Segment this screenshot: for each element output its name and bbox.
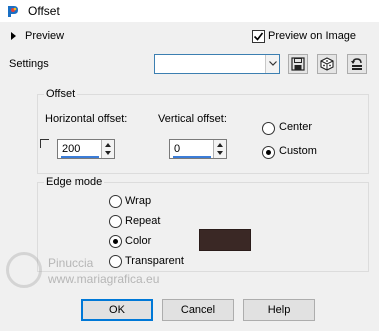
watermark-url: www.mariagrafica.eu (48, 272, 160, 286)
center-label[interactable]: Center (279, 121, 312, 133)
arrow-up-icon (105, 143, 111, 147)
help-button[interactable]: Help (243, 299, 315, 321)
window-title: Offset (28, 4, 60, 18)
radio-selected-dot (266, 150, 271, 155)
arrow-up-icon (217, 143, 223, 147)
settings-dropdown-button[interactable] (265, 55, 279, 73)
horizontal-offset-spinner[interactable]: 200 (57, 139, 115, 159)
ok-button[interactable]: OK (81, 299, 153, 321)
preview-on-image-checkbox[interactable] (252, 30, 265, 43)
reset-button[interactable] (347, 54, 367, 74)
save-icon (291, 57, 305, 71)
dice-icon (320, 57, 334, 71)
app-logo-icon (5, 3, 21, 19)
wrap-radio[interactable] (109, 195, 122, 208)
horizontal-offset-spin-buttons[interactable] (101, 140, 114, 158)
expand-preview-icon[interactable] (11, 32, 16, 40)
checkmark-icon (253, 32, 264, 41)
vertical-offset-value[interactable]: 0 (174, 143, 180, 155)
horizontal-offset-value[interactable]: 200 (62, 143, 80, 155)
horizontal-offset-down[interactable] (102, 149, 114, 158)
reset-icon (351, 58, 362, 70)
custom-radio[interactable] (262, 146, 275, 159)
color-radio[interactable] (109, 235, 122, 248)
save-preset-button[interactable] (288, 54, 308, 74)
cancel-button[interactable]: Cancel (162, 299, 234, 321)
preview-on-image-label[interactable]: Preview on Image (268, 30, 356, 42)
horizontal-offset-up[interactable] (102, 140, 114, 149)
vertical-offset-up[interactable] (214, 140, 226, 149)
offset-group (37, 94, 369, 174)
preview-toggle-label[interactable]: Preview (25, 30, 64, 42)
color-label[interactable]: Color (125, 235, 151, 247)
center-radio[interactable] (262, 122, 275, 135)
custom-label[interactable]: Custom (279, 145, 317, 157)
arrow-down-icon (105, 151, 111, 155)
repeat-label[interactable]: Repeat (125, 215, 160, 227)
settings-label: Settings (9, 58, 49, 70)
watermark-logo-icon (6, 252, 42, 288)
arrow-down-icon (217, 151, 223, 155)
horizontal-offset-slider-bar (61, 156, 99, 158)
vertical-offset-spin-buttons[interactable] (213, 140, 226, 158)
repeat-radio[interactable] (109, 215, 122, 228)
settings-dropdown[interactable] (154, 54, 280, 74)
transparent-radio[interactable] (109, 255, 122, 268)
horizontal-offset-label: Horizontal offset: (45, 113, 128, 125)
vertical-offset-spinner[interactable]: 0 (169, 139, 227, 159)
transparent-label[interactable]: Transparent (125, 255, 184, 267)
vertical-offset-slider-bar (173, 156, 211, 158)
watermark-text: Pinuccia (48, 256, 94, 270)
wrap-label[interactable]: Wrap (125, 195, 151, 207)
radio-selected-dot (113, 239, 118, 244)
offset-group-title: Offset (44, 88, 78, 100)
randomize-button[interactable] (317, 54, 337, 74)
chevron-down-icon (269, 61, 277, 66)
link-offsets-checkbox[interactable] (40, 139, 49, 148)
vertical-offset-label: Vertical offset: (158, 113, 227, 125)
edge-color-swatch[interactable] (199, 229, 251, 251)
vertical-offset-down[interactable] (214, 149, 226, 158)
edge-mode-group-title: Edge mode (44, 176, 105, 188)
